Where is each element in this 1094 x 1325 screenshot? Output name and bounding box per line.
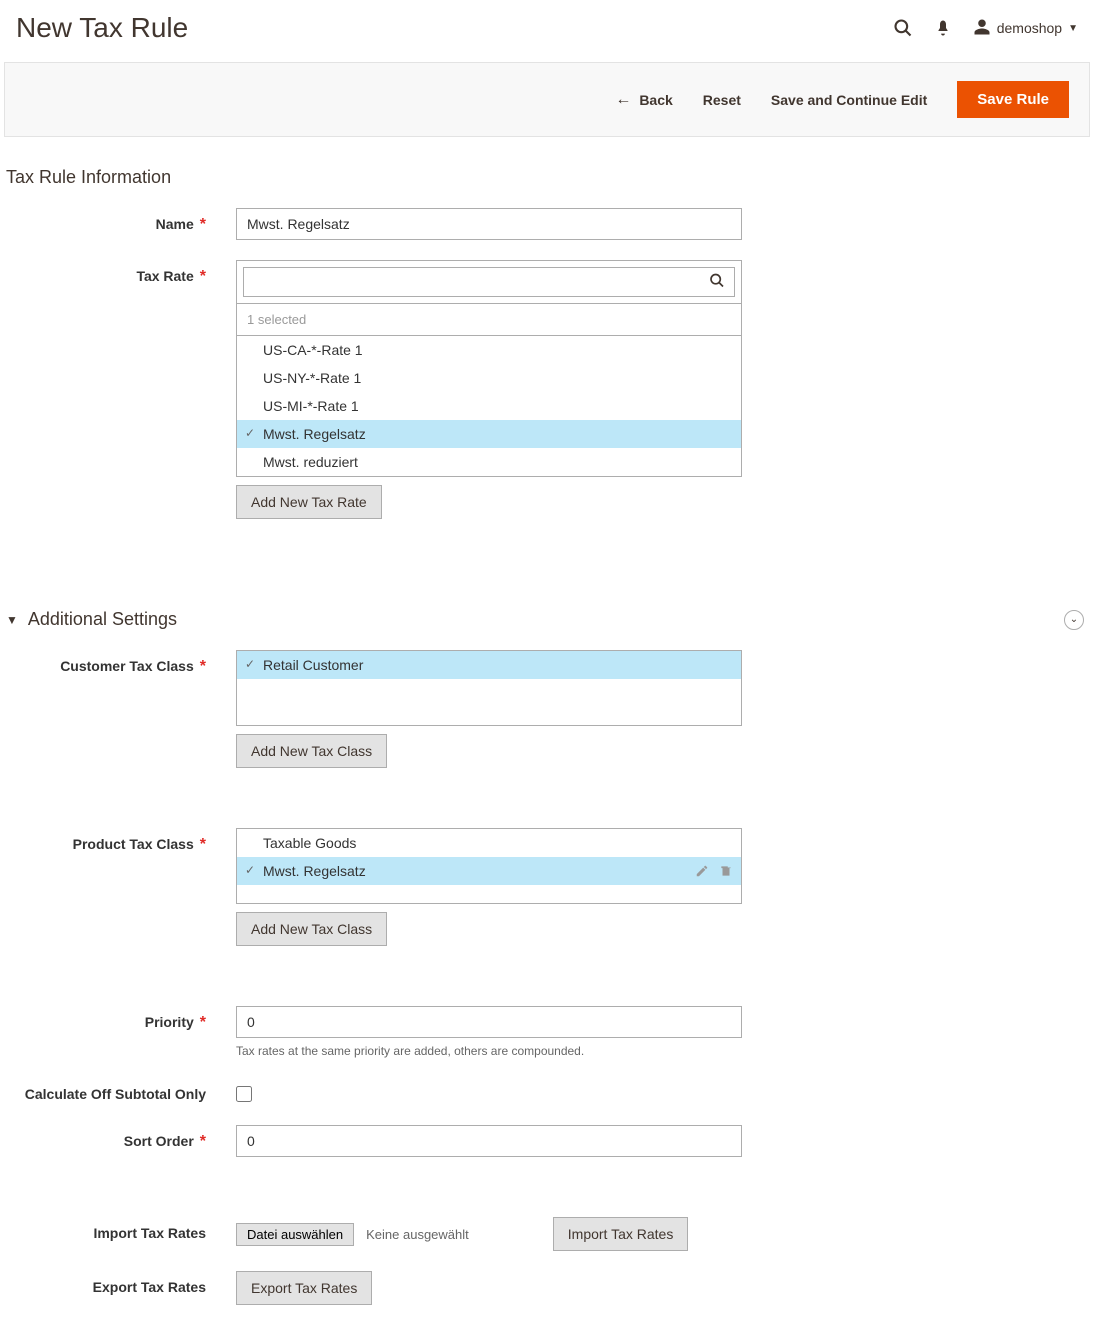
action-bar: ← Back Reset Save and Continue Edit Save… bbox=[4, 62, 1090, 137]
import-tax-rates-button[interactable]: Import Tax Rates bbox=[553, 1217, 689, 1251]
add-tax-rate-button[interactable]: Add New Tax Rate bbox=[236, 485, 382, 519]
sort-order-input[interactable] bbox=[236, 1125, 742, 1157]
sort-order-label: Sort Order bbox=[0, 1125, 236, 1151]
save-button[interactable]: Save Rule bbox=[957, 81, 1069, 118]
search-icon[interactable] bbox=[709, 273, 725, 292]
product-tax-class-option-label: Mwst. Regelsatz bbox=[263, 863, 366, 879]
subtotal-label: Calculate Off Subtotal Only bbox=[0, 1078, 236, 1102]
additional-settings-heading[interactable]: ▼ Additional Settings ⌄ bbox=[0, 579, 1094, 650]
priority-label: Priority bbox=[0, 1006, 236, 1032]
customer-tax-class-label: Customer Tax Class bbox=[0, 650, 236, 676]
collapse-circle-icon[interactable]: ⌄ bbox=[1064, 610, 1084, 630]
collapse-caret-icon: ▼ bbox=[6, 613, 18, 627]
file-status-text: Keine ausgewählt bbox=[366, 1227, 469, 1242]
priority-input[interactable] bbox=[236, 1006, 742, 1038]
user-menu[interactable]: demoshop ▼ bbox=[973, 18, 1078, 39]
tax-rate-search-input[interactable] bbox=[243, 267, 735, 297]
product-tax-class-option[interactable]: Taxable Goods bbox=[237, 829, 741, 857]
subtotal-checkbox[interactable] bbox=[236, 1086, 252, 1102]
product-tax-class-list: Taxable Goods Mwst. Regelsatz bbox=[236, 828, 742, 904]
export-label: Export Tax Rates bbox=[0, 1271, 236, 1295]
customer-tax-class-list: Retail Customer bbox=[236, 650, 742, 726]
back-label: Back bbox=[639, 92, 672, 108]
search-icon[interactable] bbox=[893, 18, 913, 38]
tax-rate-option[interactable]: Mwst. Regelsatz bbox=[237, 420, 741, 448]
user-name: demoshop bbox=[997, 20, 1062, 36]
caret-down-icon: ▼ bbox=[1068, 23, 1078, 34]
notifications-icon[interactable] bbox=[933, 18, 953, 38]
customer-tax-class-option[interactable]: Retail Customer bbox=[237, 651, 741, 679]
additional-settings-label: Additional Settings bbox=[28, 609, 177, 630]
page-title: New Tax Rule bbox=[16, 12, 893, 44]
tax-rate-option[interactable]: US-MI-*-Rate 1 bbox=[237, 392, 741, 420]
import-label: Import Tax Rates bbox=[0, 1217, 236, 1241]
name-input[interactable] bbox=[236, 208, 742, 240]
add-customer-tax-class-button[interactable]: Add New Tax Class bbox=[236, 734, 387, 768]
tax-rate-label: Tax Rate bbox=[0, 260, 236, 286]
save-continue-button[interactable]: Save and Continue Edit bbox=[771, 92, 927, 108]
tax-rule-info-heading: Tax Rule Information bbox=[0, 137, 1094, 208]
tax-rate-option[interactable]: US-NY-*-Rate 1 bbox=[237, 364, 741, 392]
add-product-tax-class-button[interactable]: Add New Tax Class bbox=[236, 912, 387, 946]
back-button[interactable]: ← Back bbox=[615, 91, 672, 109]
reset-button[interactable]: Reset bbox=[703, 92, 741, 108]
tax-rate-selected-count: 1 selected bbox=[236, 304, 742, 336]
file-select-button[interactable]: Datei auswählen bbox=[236, 1223, 354, 1246]
export-tax-rates-button[interactable]: Export Tax Rates bbox=[236, 1271, 372, 1305]
tax-rate-option[interactable]: Mwst. reduziert bbox=[237, 448, 741, 476]
product-tax-class-label: Product Tax Class bbox=[0, 828, 236, 854]
edit-icon[interactable] bbox=[695, 864, 709, 878]
tax-rate-list: US-CA-*-Rate 1 US-NY-*-Rate 1 US-MI-*-Ra… bbox=[236, 336, 742, 477]
user-icon bbox=[973, 18, 991, 39]
delete-icon[interactable] bbox=[719, 864, 733, 878]
priority-help-text: Tax rates at the same priority are added… bbox=[236, 1044, 742, 1058]
name-label: Name bbox=[0, 208, 236, 234]
product-tax-class-option[interactable]: Mwst. Regelsatz bbox=[237, 857, 741, 885]
tax-rate-option[interactable]: US-CA-*-Rate 1 bbox=[237, 336, 741, 364]
arrow-left-icon: ← bbox=[615, 91, 631, 109]
